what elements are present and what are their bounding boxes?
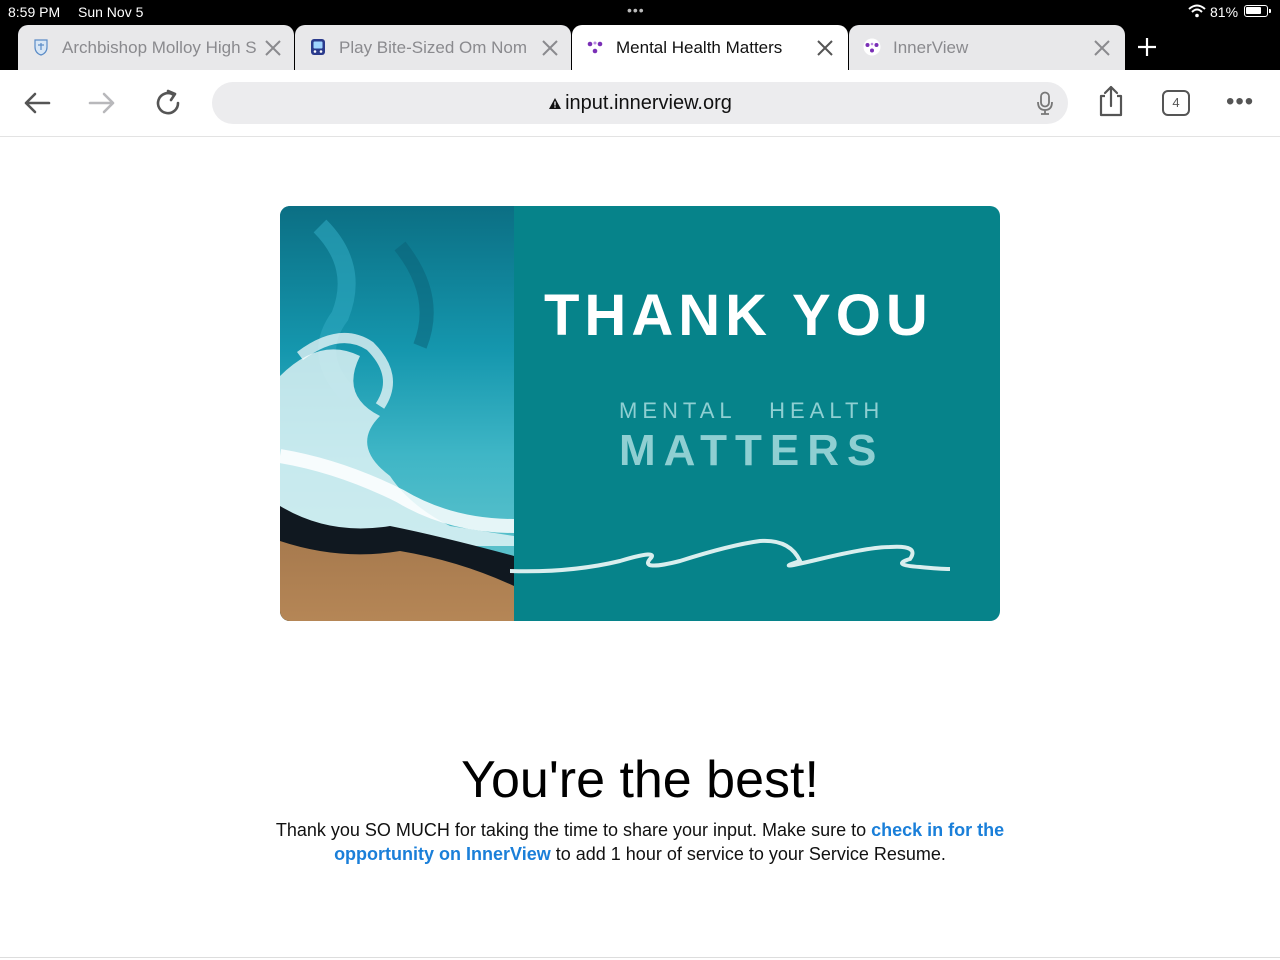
top-bar: 8:59 PM Sun Nov 5 ••• 81% Archbishop Mol…	[0, 0, 1280, 70]
innerview-logo-icon	[587, 41, 603, 54]
tab-innerview[interactable]: InnerView	[849, 25, 1125, 70]
mental-health-text: MENTAL HEALTH	[619, 398, 885, 423]
microphone-icon[interactable]	[1036, 91, 1054, 115]
browser-toolbar: input.innerview.org 4 •••	[0, 70, 1280, 137]
multitasking-dots-icon[interactable]: •••	[627, 2, 645, 18]
message-text-end: to add 1 hour of service to your Service…	[550, 844, 946, 864]
close-tab-icon[interactable]	[263, 38, 283, 58]
url-display: input.innerview.org	[212, 92, 1068, 115]
tab-count-button[interactable]: 4	[1162, 90, 1190, 116]
thank-you-heading: THANK YOU	[544, 283, 933, 348]
tab-archbishop-molloy[interactable]: Archbishop Molloy High S	[18, 25, 294, 70]
tab-mental-health-matters[interactable]: Mental Health Matters	[572, 25, 848, 70]
status-date: Sun Nov 5	[78, 4, 144, 20]
game-icon	[311, 39, 325, 55]
reload-icon[interactable]	[151, 86, 185, 120]
tab-title: Archbishop Molloy High S	[62, 38, 257, 57]
battery-icon	[1244, 5, 1271, 17]
share-icon[interactable]	[1094, 84, 1128, 118]
page-headline: You're the best!	[461, 751, 819, 809]
thank-you-message: Thank you SO MUCH for taking the time to…	[262, 818, 1018, 866]
innerview-logo-icon	[863, 38, 881, 56]
forward-arrow-icon[interactable]	[85, 86, 119, 120]
new-tab-plus-icon[interactable]	[1136, 36, 1158, 58]
wifi-icon	[1188, 4, 1206, 18]
status-bar: 8:59 PM Sun Nov 5 ••• 81%	[0, 0, 1280, 24]
tab-title: Play Bite-Sized Om Nom	[339, 38, 527, 57]
wave-line-decoration	[510, 538, 950, 574]
battery-level	[1246, 7, 1261, 14]
url-text: input.innerview.org	[565, 92, 732, 114]
back-arrow-icon[interactable]	[20, 86, 54, 120]
message-text: Thank you SO MUCH for taking the time to…	[275, 820, 872, 840]
school-crest-icon	[34, 39, 48, 56]
tab-om-nom[interactable]: Play Bite-Sized Om Nom	[295, 25, 571, 70]
battery-percent: 81%	[1210, 4, 1239, 20]
thank-you-banner: THANK YOU MENTAL HEALTH MATTERS	[280, 206, 1000, 621]
more-options-icon[interactable]: •••	[1226, 90, 1254, 114]
address-bar[interactable]: input.innerview.org	[212, 82, 1068, 124]
tab-title: Mental Health Matters	[616, 38, 783, 57]
close-tab-icon[interactable]	[1092, 38, 1112, 58]
warning-icon	[549, 98, 562, 109]
close-tab-icon[interactable]	[815, 38, 835, 58]
tab-title: InnerView	[893, 38, 969, 57]
bottom-divider	[0, 957, 1280, 958]
close-tab-icon[interactable]	[540, 38, 560, 58]
status-time: 8:59 PM	[8, 4, 61, 20]
ocean-shore-photo	[280, 206, 514, 621]
matters-text: MATTERS	[619, 426, 885, 475]
